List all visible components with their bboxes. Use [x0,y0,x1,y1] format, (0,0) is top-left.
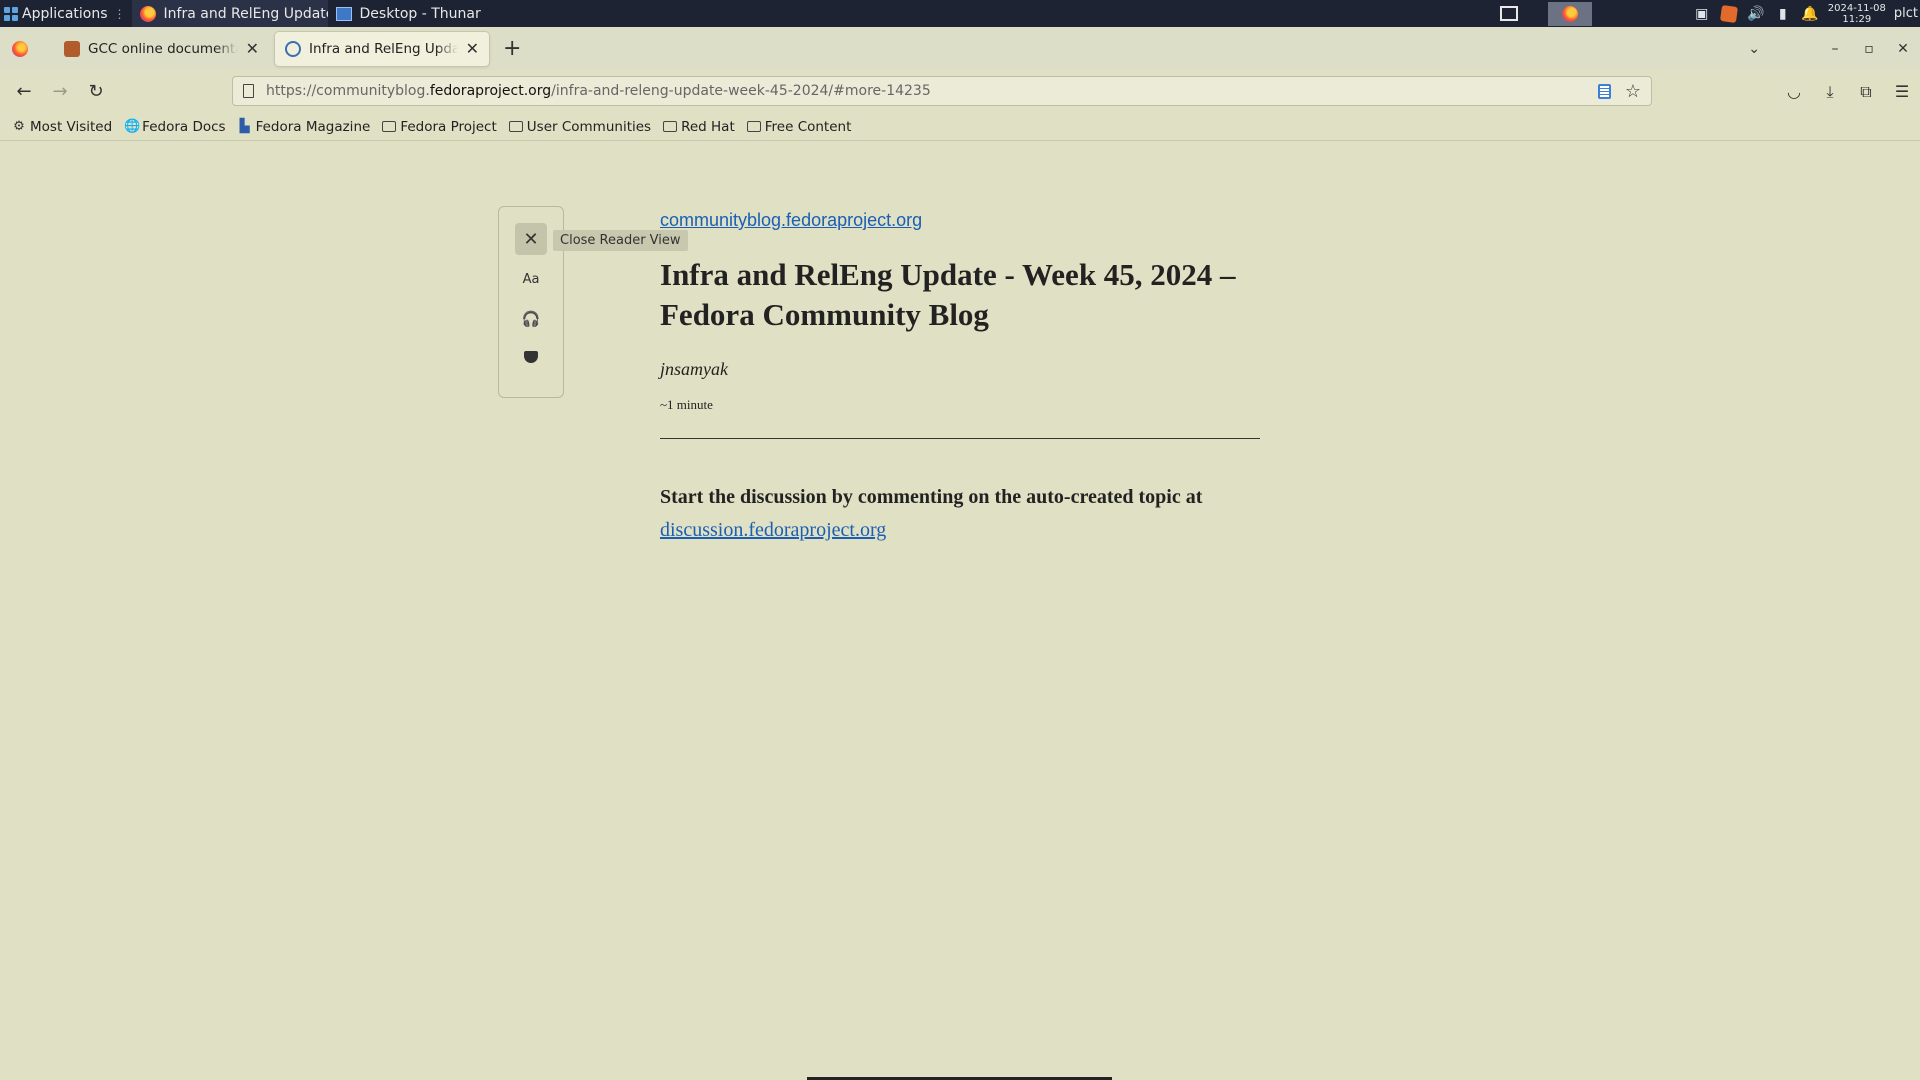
firefox-icon [139,5,156,22]
reading-time: ~1 minute [660,397,713,412]
taskbar-task-label: Infra and RelEng Update -... [163,5,328,22]
url-path: /infra-and-releng-update-week-45-2024/#m… [551,83,931,99]
minimize-window-button[interactable]: – [1818,41,1852,57]
user-menu[interactable]: plct [1894,6,1918,21]
close-icon: ✕ [523,228,539,250]
bookmark-label: Free Content [764,118,852,135]
url-prefix: https://communityblog. [266,83,430,99]
navigation-toolbar: ← → ↻ https://communityblog. fedoraprojec… [0,70,1920,113]
close-tab-icon[interactable]: ✕ [466,39,479,58]
hamburger-menu-icon[interactable]: ☰ [1884,82,1920,101]
back-arrow-icon[interactable]: ← [6,81,42,102]
article-author: jnsamyak [660,359,728,379]
reader-view: ✕ Aa 🎧 Close Reader View communityblog.f… [0,142,1920,1080]
package-updater-icon[interactable] [1719,4,1738,23]
tab-title: Infra and RelEng Update - Week 45, 2024 [309,40,458,57]
panel-launcher-firefox[interactable] [1547,1,1592,26]
bookmark-star-icon[interactable]: ☆ [1625,81,1641,102]
folder-icon [382,121,397,132]
magazine-icon: ▙ [239,119,250,134]
menu-separator-icon: ⋮ [113,6,126,21]
bookmark-label: Fedora Project [400,118,497,135]
reader-article: communityblog.fedoraproject.org Infra an… [660,210,1260,547]
applications-menu[interactable]: Applications ⋮ [0,0,132,27]
clock-date: 2024-11-08 [1827,2,1886,14]
bookmark-fedora-docs[interactable]: 🌐 Fedora Docs [124,119,225,135]
pocket-icon [524,351,538,363]
new-tab-button[interactable]: + [503,36,521,61]
taskbar-task-thunar[interactable]: Desktop - Thunar [328,0,524,27]
bookmark-label: Most Visited [30,118,113,135]
page-info-icon[interactable] [243,84,254,98]
applications-label: Applications [22,5,108,22]
downloads-icon[interactable]: ⤓ [1812,82,1848,102]
forward-arrow-icon[interactable]: → [42,81,78,102]
taskbar-task-firefox[interactable]: Infra and RelEng Update -... [131,0,328,27]
tab-title: GCC online documentation [88,40,238,57]
bookmark-fedora-magazine[interactable]: ▙ Fedora Magazine [238,119,371,135]
reader-view-icon[interactable] [1597,84,1611,99]
discussion-link[interactable]: discussion.fedoraproject.org [660,519,886,541]
network-icon[interactable]: ▣ [1694,6,1710,22]
firefox-view-icon[interactable] [12,40,28,57]
narrate-button[interactable]: 🎧 [515,303,547,335]
bookmark-label: User Communities [526,118,652,135]
list-all-tabs-chevron-icon[interactable]: ⌄ [1748,41,1760,57]
font-size-icon: Aa [522,271,540,287]
browser-tab-bar: GCC online documentation ✕ Infra and Rel… [0,27,1920,70]
article-paragraph: Start the discussion by commenting on th… [660,481,1260,547]
gear-icon: ⚙ [13,119,25,134]
battery-icon[interactable]: ▮ [1775,6,1791,22]
clock[interactable]: 2024-11-08 11:29 [1828,3,1886,25]
gnu-favicon-icon [64,40,80,57]
workspace-switcher[interactable] [1499,6,1518,21]
folder-icon [746,121,761,132]
bookmark-folder-fedora-project[interactable]: Fedora Project [382,118,497,135]
fedora-favicon-icon [285,40,301,57]
firefox-icon [1561,5,1578,22]
address-bar[interactable]: https://communityblog. fedoraproject.org /… [232,76,1652,106]
extensions-icon[interactable]: ⧉ [1848,82,1884,102]
bookmark-label: Fedora Magazine [255,118,371,135]
bookmark-label: Red Hat [681,118,735,135]
article-domain-link[interactable]: communityblog.fedoraproject.org [660,210,1260,231]
notification-bell-icon[interactable]: 🔔 [1801,6,1818,22]
article-title: Infra and RelEng Update - Week 45, 2024 … [660,257,1236,332]
maximize-window-button[interactable]: ▫ [1852,41,1886,57]
bookmark-folder-user-communities[interactable]: User Communities [508,118,652,135]
bookmarks-toolbar: ⚙ Most Visited 🌐 Fedora Docs ▙ Fedora Magaz… [0,113,1920,141]
clock-time: 11:29 [1842,13,1872,25]
system-taskbar: Applications ⋮ Infra and RelEng Update -… [0,0,1920,27]
bookmark-folder-red-hat[interactable]: Red Hat [663,119,735,135]
save-to-pocket-button[interactable] [515,341,547,373]
reload-icon[interactable]: ↻ [78,81,114,102]
type-controls-button[interactable]: Aa [515,263,547,295]
url-domain: fedoraproject.org [429,83,552,99]
volume-icon[interactable]: 🔊 [1747,6,1764,22]
bookmark-label: Fedora Docs [142,118,226,135]
close-reader-view-button[interactable]: ✕ [515,223,547,255]
tab-gcc-docs[interactable]: GCC online documentation ✕ [54,32,269,66]
thunar-icon [335,6,352,21]
taskbar-task-label: Desktop - Thunar [359,5,481,22]
divider [660,438,1260,439]
headphones-icon: 🎧 [521,310,541,328]
close-tab-icon[interactable]: ✕ [246,39,259,58]
bookmark-folder-free-content[interactable]: Free Content [746,118,852,135]
paragraph-text: Start the discussion by commenting on th… [660,486,1203,508]
tab-infra-releng[interactable]: Infra and RelEng Update - Week 45, 2024 … [275,31,489,66]
close-window-button[interactable]: ✕ [1886,41,1920,57]
bookmark-most-visited[interactable]: ⚙ Most Visited [12,119,112,135]
globe-icon: 🌐 [124,119,141,134]
applications-icon [4,6,18,21]
folder-icon [663,121,678,132]
pocket-icon[interactable]: ◡ [1776,82,1812,101]
folder-icon [508,121,523,132]
